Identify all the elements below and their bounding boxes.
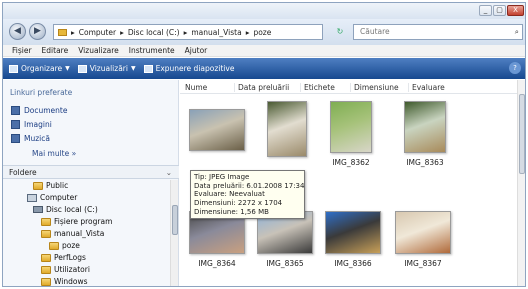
- title-bar: _ ▢ X: [3, 3, 525, 19]
- views-icon: [77, 64, 87, 73]
- music-icon: [11, 134, 20, 143]
- maximize-button[interactable]: ▢: [493, 5, 506, 16]
- tree-item-public[interactable]: Public: [33, 181, 68, 190]
- menu-help[interactable]: Ajutor: [185, 46, 208, 55]
- tooltip-type: Tip: JPEG Image: [194, 173, 250, 181]
- column-size[interactable]: Dimensiune: [350, 83, 408, 92]
- more-links[interactable]: Mai multe »: [32, 149, 76, 158]
- breadcrumb-computer[interactable]: Computer: [79, 28, 116, 37]
- computer-icon: [27, 193, 37, 202]
- favorite-music[interactable]: Muzică: [11, 134, 50, 143]
- organize-button[interactable]: Organizare ▼: [9, 64, 70, 73]
- tree-item-users[interactable]: Utilizatori: [41, 265, 90, 274]
- tree-item-program-files[interactable]: Fișiere program: [41, 217, 112, 226]
- tooltip-date-taken: Data preluării: 6.01.2008 17:34: [194, 181, 305, 190]
- breadcrumb-drive[interactable]: Disc local (C:): [128, 28, 180, 37]
- folder-icon: [41, 265, 51, 274]
- minimize-button[interactable]: _: [479, 5, 492, 16]
- menu-view[interactable]: Vizualizare: [78, 46, 119, 55]
- search-input[interactable]: Căutare ⌕: [353, 24, 523, 40]
- chevron-down-icon: ⌄: [165, 168, 172, 177]
- tooltip-size: Dimensiune: 1,56 MB: [194, 207, 269, 216]
- favorite-documents[interactable]: Documente: [11, 106, 67, 115]
- navigation-pane: Linkuri preferate Documente Imagini Muzi…: [3, 80, 179, 286]
- search-placeholder: Căutare: [360, 27, 390, 36]
- slideshow-icon: [143, 64, 153, 73]
- content-scrollbar[interactable]: [517, 80, 525, 286]
- address-bar-area: ◀ ▶ ▸ Computer ▸ Disc local (C:) ▸ manua…: [3, 19, 525, 45]
- menu-file[interactable]: Fișier: [12, 46, 32, 55]
- file-thumbnail[interactable]: [256, 101, 318, 167]
- breadcrumb-poze[interactable]: poze: [253, 28, 271, 37]
- tooltip-dimensions: Dimensiuni: 2272 x 1704: [194, 199, 283, 208]
- photo-preview: [325, 211, 381, 254]
- tree-scrollbar-thumb[interactable]: [172, 205, 178, 235]
- tree-item-perflogs[interactable]: PerfLogs: [41, 253, 86, 262]
- content-scrollbar-thumb[interactable]: [519, 94, 525, 174]
- tree-item-manual-vista[interactable]: manual_Vista: [41, 229, 104, 238]
- folder-icon: [41, 253, 51, 262]
- dropdown-arrow-icon: ▼: [65, 65, 70, 72]
- tree-item-poze[interactable]: poze: [49, 241, 80, 250]
- photo-preview: [189, 109, 245, 151]
- column-date-taken[interactable]: Data preluării: [234, 83, 300, 92]
- tree-item-local-disk[interactable]: Disc local (C:): [33, 205, 98, 214]
- folder-icon: [41, 229, 51, 238]
- menu-bar: Fișier Editare Vizualizare Instrumente A…: [3, 45, 525, 57]
- folder-icon: [33, 181, 43, 190]
- forward-button[interactable]: ▶: [29, 23, 46, 40]
- command-bar: Organizare ▼ Vizualizări ▼ Expunere diap…: [3, 58, 525, 79]
- tree-item-computer[interactable]: Computer: [27, 193, 77, 202]
- file-thumbnail[interactable]: IMG_8362: [320, 101, 382, 167]
- file-thumbnail[interactable]: IMG_8365: [254, 211, 316, 277]
- documents-icon: [11, 106, 20, 115]
- tree-scrollbar[interactable]: [170, 180, 178, 286]
- photo-preview: [267, 101, 307, 157]
- photo-preview: [330, 101, 372, 153]
- folders-heading: Foldere: [9, 168, 37, 177]
- organize-icon: [9, 64, 18, 73]
- file-thumbnail[interactable]: IMG_8364: [186, 211, 248, 277]
- slideshow-button[interactable]: Expunere diapozitive: [143, 64, 234, 73]
- file-thumbnail[interactable]: [186, 109, 248, 175]
- favorites-heading: Linkuri preferate: [10, 88, 73, 97]
- column-tags[interactable]: Etichete: [300, 83, 350, 92]
- search-icon[interactable]: ⌕: [515, 25, 519, 39]
- column-name[interactable]: Nume: [182, 83, 234, 92]
- photo-preview: [395, 211, 451, 254]
- pictures-icon: [11, 120, 20, 129]
- file-thumbnail[interactable]: IMG_8366: [322, 211, 384, 277]
- photo-preview: [404, 101, 446, 153]
- views-button[interactable]: Vizualizări ▼: [77, 64, 136, 73]
- file-thumbnail[interactable]: IMG_8367: [392, 211, 454, 277]
- column-rating[interactable]: Evaluare: [408, 83, 468, 92]
- close-button[interactable]: X: [507, 5, 524, 16]
- address-field[interactable]: ▸ Computer ▸ Disc local (C:) ▸ manual_Vi…: [53, 24, 323, 40]
- menu-tools[interactable]: Instrumente: [129, 46, 175, 55]
- folder-icon: [41, 277, 51, 286]
- help-icon[interactable]: ?: [509, 62, 521, 74]
- file-info-tooltip: Tip: JPEG Image Data preluării: 6.01.200…: [190, 170, 305, 219]
- dropdown-arrow-icon: ▼: [130, 65, 136, 72]
- back-button[interactable]: ◀: [9, 23, 26, 40]
- drive-icon: [33, 206, 43, 213]
- folder-tree: Public Computer Disc local (C:) Fișiere …: [3, 181, 171, 286]
- refresh-button[interactable]: ↻: [329, 24, 351, 40]
- tooltip-rating: Evaluare: Neevaluat: [194, 190, 265, 199]
- favorite-pictures[interactable]: Imagini: [11, 120, 52, 129]
- file-thumbnail[interactable]: IMG_8363: [394, 101, 456, 167]
- folder-icon: [49, 241, 59, 250]
- folder-icon: [41, 217, 51, 226]
- explorer-window: _ ▢ X ◀ ▶ ▸ Computer ▸ Disc local (C:) ▸…: [2, 2, 526, 287]
- folder-icon: [58, 28, 67, 36]
- menu-edit[interactable]: Editare: [42, 46, 69, 55]
- tree-item-windows[interactable]: Windows: [41, 277, 87, 286]
- column-headers: Nume Data preluării Etichete Dimensiune …: [180, 80, 525, 94]
- breadcrumb-manual[interactable]: manual_Vista: [191, 28, 241, 37]
- folders-header[interactable]: Foldere ⌄: [3, 165, 179, 179]
